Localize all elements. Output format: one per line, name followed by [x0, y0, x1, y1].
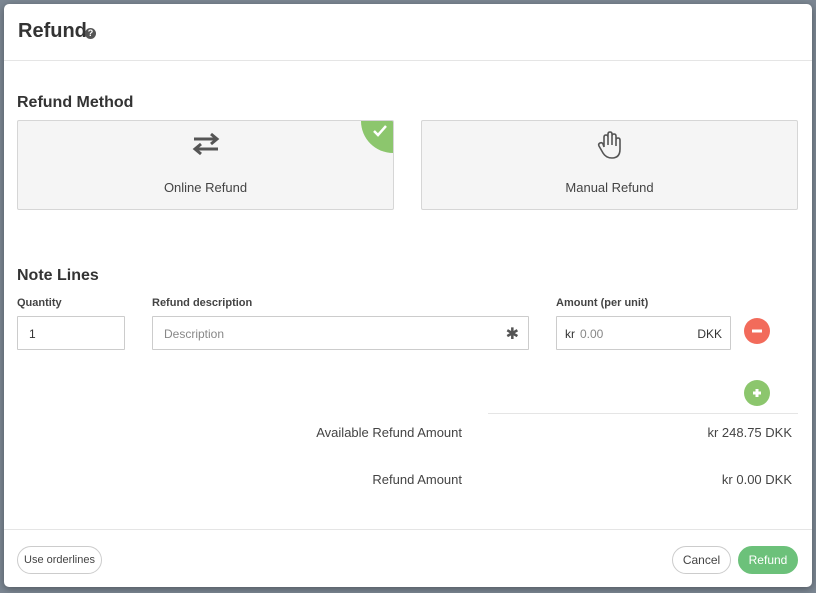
minus-icon	[752, 329, 762, 333]
available-refund-label: Available Refund Amount	[316, 425, 462, 440]
use-orderlines-button[interactable]: Use orderlines	[17, 546, 102, 574]
required-asterisk-icon: ✱	[505, 326, 519, 343]
currency-suffix: DKK	[697, 327, 722, 341]
modal-header: Refund ?	[4, 4, 812, 61]
amount-input[interactable]: kr 0.00 DKK	[556, 316, 731, 350]
remove-line-button[interactable]	[744, 318, 770, 344]
online-refund-option[interactable]: Online Refund	[17, 120, 394, 210]
online-refund-label: Online Refund	[163, 180, 248, 195]
amount-placeholder: 0.00	[580, 327, 604, 341]
amount-column-label: Amount (per unit)	[556, 297, 649, 309]
modal-title: Refund	[18, 20, 87, 42]
add-line-button[interactable]	[744, 380, 770, 406]
refund-amount-value: kr 0.00 DKK	[721, 472, 792, 487]
help-icon[interactable]: ?	[85, 28, 96, 39]
hand-icon	[422, 131, 797, 161]
note-lines-heading: Note Lines	[17, 267, 99, 284]
currency-prefix: kr	[565, 327, 575, 341]
manual-refund-option[interactable]: Manual Refund	[421, 120, 798, 210]
description-column-label: Refund description	[152, 297, 253, 309]
check-icon	[373, 125, 387, 137]
transfer-arrows-icon	[18, 131, 393, 161]
quantity-column-label: Quantity	[17, 297, 62, 309]
manual-refund-label: Manual Refund	[565, 180, 654, 195]
available-refund-value: kr 248.75 DKK	[707, 425, 792, 440]
cancel-button[interactable]: Cancel	[672, 546, 731, 574]
modal-footer: Use orderlines Cancel Refund	[4, 529, 812, 587]
description-input[interactable]: Description ✱	[152, 316, 529, 350]
refund-modal: Refund ? Refund Method Online Refund Man…	[4, 4, 812, 587]
description-placeholder: Description	[164, 327, 225, 341]
refund-button[interactable]: Refund	[738, 546, 798, 574]
refund-amount-label: Refund Amount	[372, 472, 462, 487]
quantity-input[interactable]: 1	[17, 316, 125, 350]
quantity-value: 1	[29, 327, 36, 341]
refund-method-heading: Refund Method	[17, 94, 134, 111]
plus-icon	[753, 389, 761, 397]
totals-divider	[488, 413, 798, 414]
